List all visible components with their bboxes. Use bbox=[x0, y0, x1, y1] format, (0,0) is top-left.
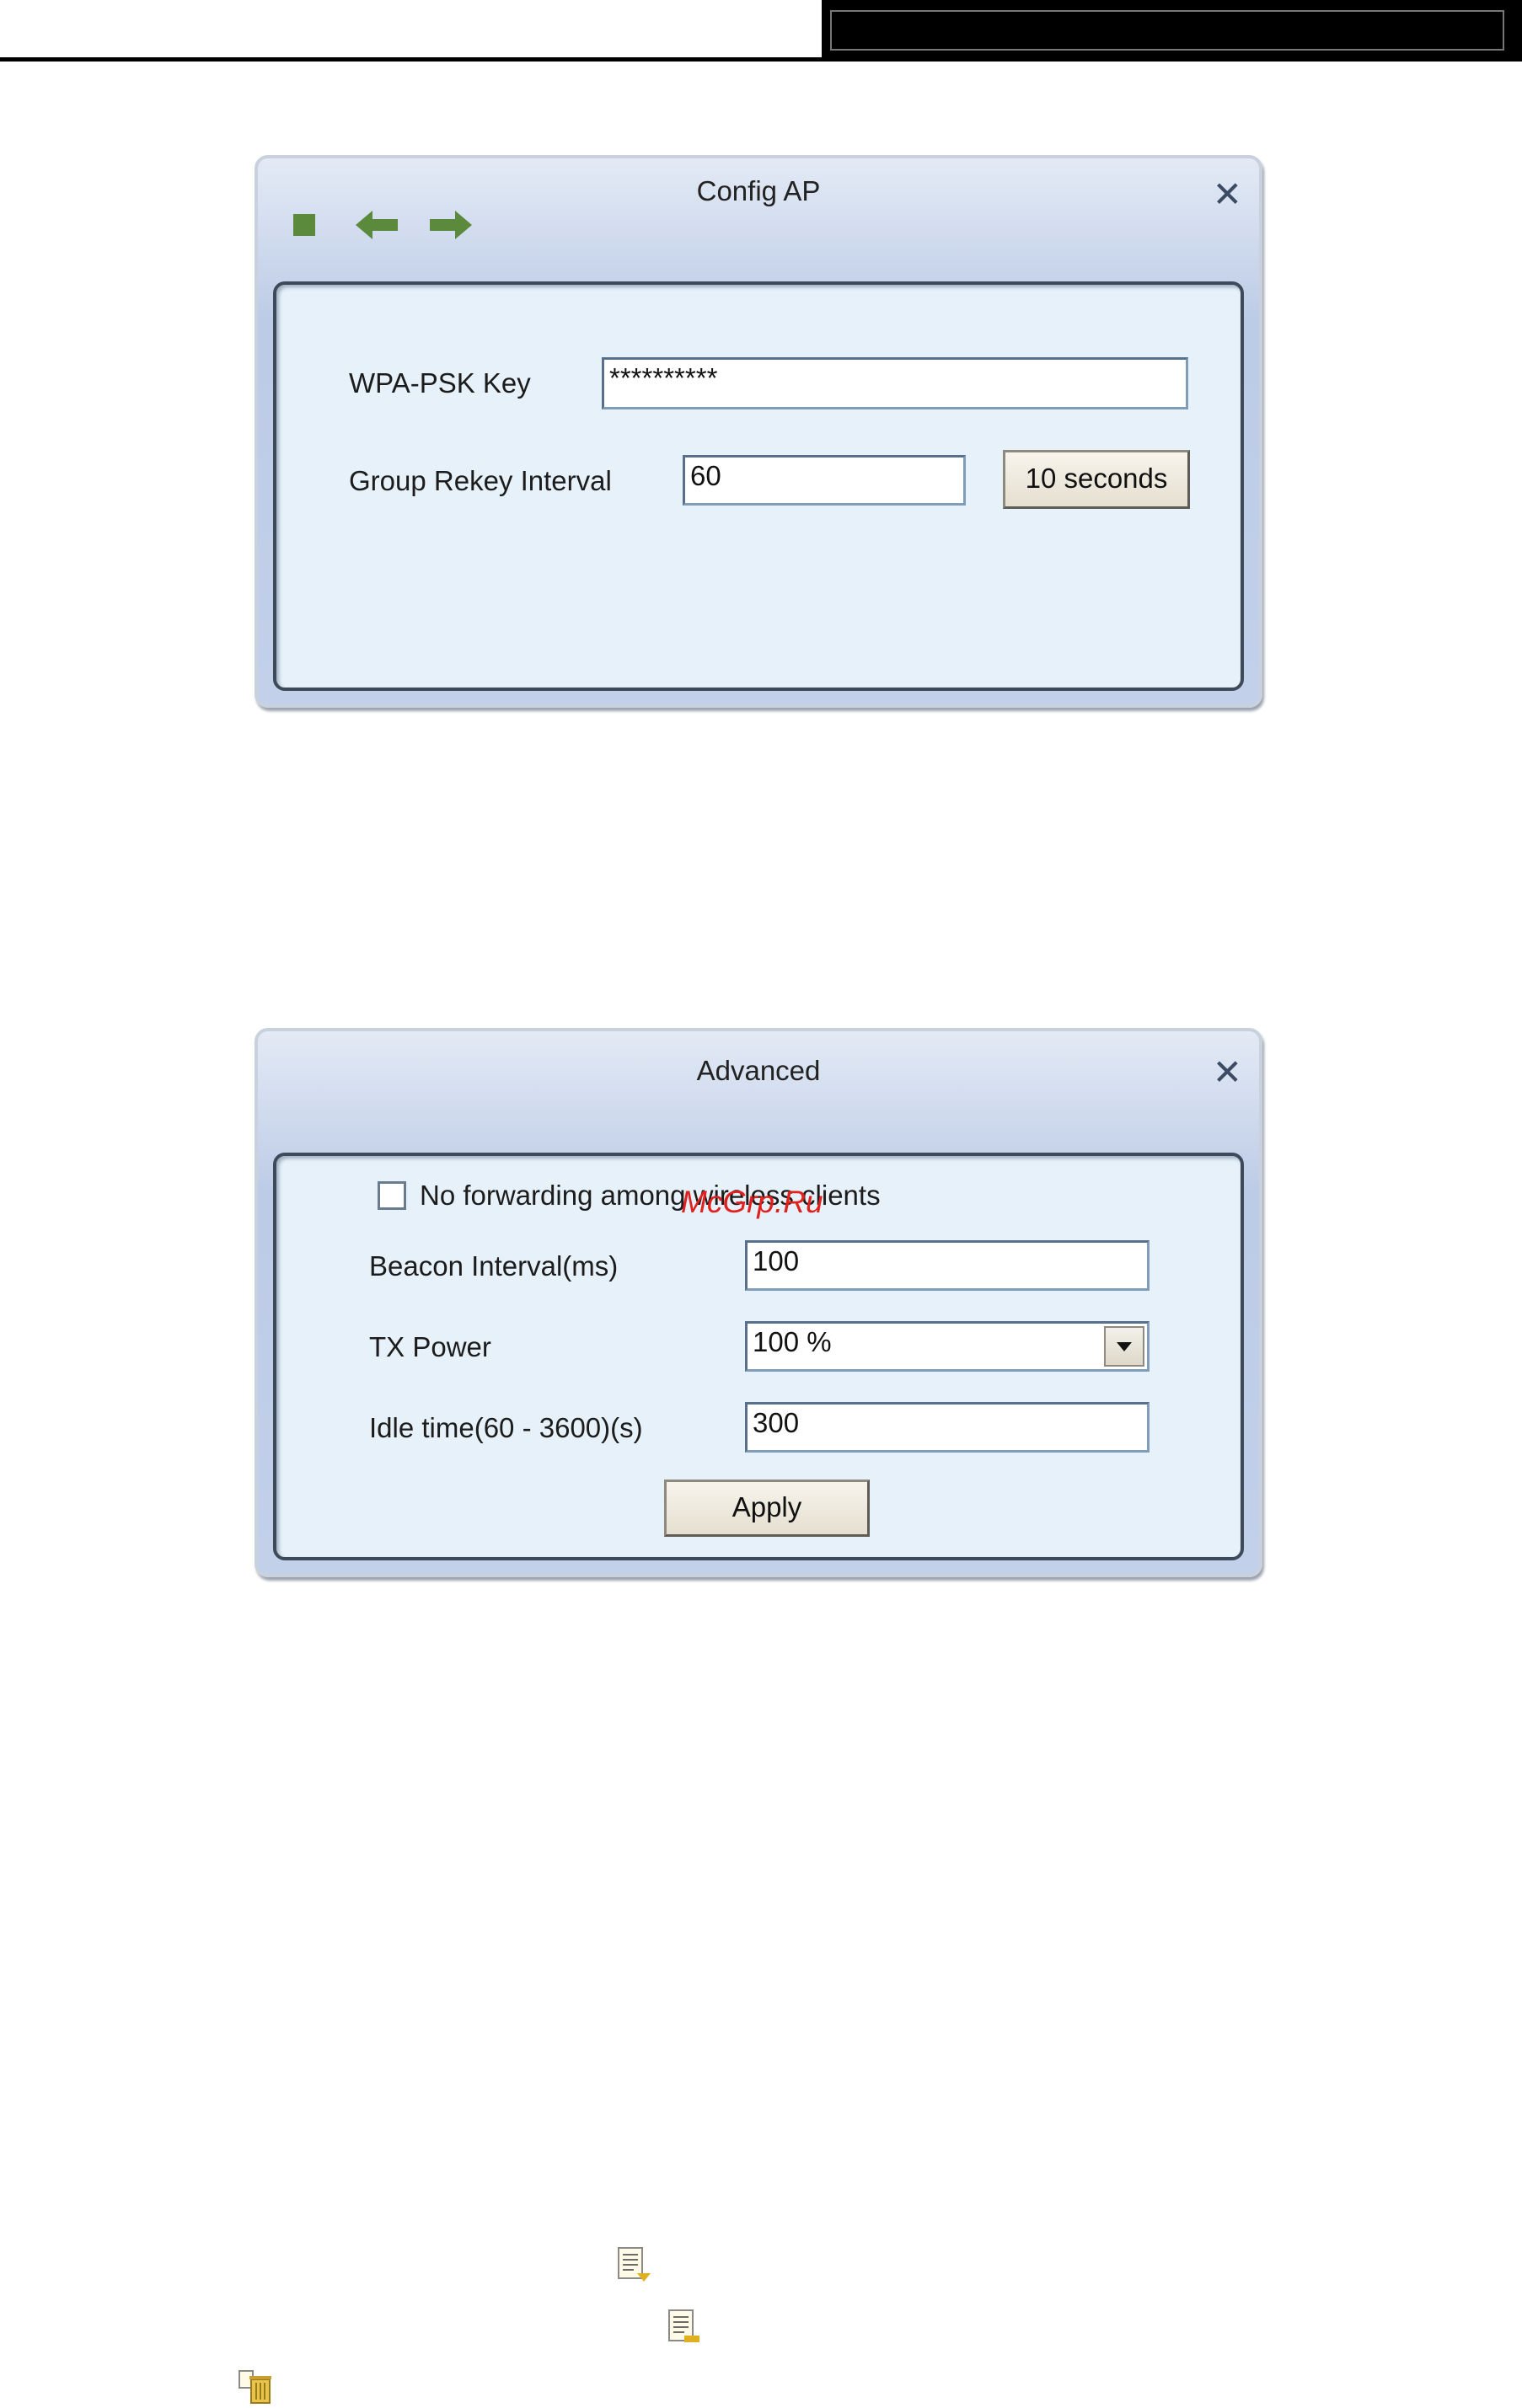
group-rekey-label: Group Rekey Interval bbox=[349, 465, 612, 496]
header-box-frame bbox=[830, 10, 1504, 51]
header-box bbox=[822, 0, 1522, 62]
tx-power-label: TX Power bbox=[369, 1331, 491, 1362]
config-ap-panel: WPA-PSK Key ********** Group Rekey Inter… bbox=[273, 281, 1244, 691]
idle-time-field[interactable]: 300 bbox=[745, 1402, 1150, 1453]
rekey-unit-button[interactable]: 10 seconds bbox=[1003, 450, 1190, 509]
group-rekey-field[interactable]: 60 bbox=[683, 455, 966, 506]
document-icon bbox=[618, 2247, 651, 2282]
dropdown-arrow-icon[interactable] bbox=[1104, 1326, 1144, 1367]
apply-button[interactable]: Apply bbox=[664, 1480, 870, 1537]
watermark-text: McGrp.Ru bbox=[681, 1185, 823, 1219]
dialog-title: Advanced bbox=[696, 1055, 821, 1086]
back-arrow-icon[interactable] bbox=[354, 209, 399, 241]
beacon-interval-label: Beacon Interval(ms) bbox=[369, 1250, 619, 1282]
beacon-interval-field[interactable]: 100 bbox=[745, 1240, 1150, 1291]
forward-arrow-icon[interactable] bbox=[428, 209, 474, 241]
wpa-psk-label: WPA-PSK Key bbox=[349, 367, 531, 399]
wpa-psk-field[interactable]: ********** bbox=[602, 357, 1188, 409]
idle-time-label: Idle time(60 - 3600)(s) bbox=[369, 1412, 643, 1443]
no-forwarding-checkbox[interactable] bbox=[378, 1181, 406, 1210]
close-icon[interactable]: ✕ bbox=[1213, 177, 1242, 212]
delete-icon bbox=[238, 2370, 271, 2404]
dialog-title: Config AP bbox=[696, 175, 821, 206]
close-icon[interactable]: ✕ bbox=[1213, 1055, 1242, 1090]
config-ap-dialog: Config AP ✕ WPA-PSK Key ********** Group… bbox=[255, 155, 1262, 708]
tx-power-select[interactable]: 100 % bbox=[745, 1321, 1150, 1372]
advanced-dialog: Advanced ✕ No forwarding among wireless … bbox=[255, 1028, 1262, 1577]
document-icon bbox=[668, 2309, 699, 2342]
stop-icon[interactable] bbox=[293, 214, 315, 236]
